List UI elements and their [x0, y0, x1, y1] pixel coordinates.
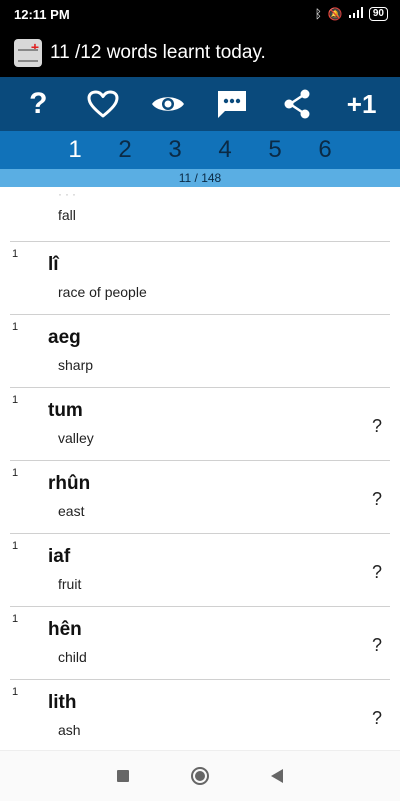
word-meaning: east: [58, 503, 85, 519]
title-bar: + 11 /12 words learnt today.: [0, 30, 400, 77]
tab-6[interactable]: 6: [300, 136, 350, 164]
level-tabs: 1 2 3 4 5 6: [0, 131, 400, 169]
progress-counter: 11 / 148: [0, 169, 400, 187]
word-term: iaf: [48, 546, 71, 567]
system-nav-bar: [0, 750, 400, 801]
battery-icon: 90: [368, 7, 388, 21]
list-item[interactable]: 1 lith ash ?: [10, 680, 390, 750]
word-term: aeg: [48, 327, 81, 348]
list-item[interactable]: ··· fall: [10, 187, 390, 242]
word-term: lî: [48, 254, 59, 275]
status-time: 12:11 PM: [14, 7, 70, 22]
list-item[interactable]: 1 rhûn east ?: [10, 461, 390, 534]
status-icons: ᛒ 🔕 90: [315, 7, 388, 21]
word-count: 1: [12, 248, 19, 260]
plus-one-button[interactable]: +1: [338, 82, 386, 126]
word-term: tum: [48, 400, 83, 421]
word-count: 1: [12, 467, 19, 479]
tab-5[interactable]: 5: [250, 136, 300, 164]
page-title: 11 /12 words learnt today.: [50, 42, 266, 63]
word-count: 1: [12, 686, 19, 698]
tab-3[interactable]: 3: [150, 136, 200, 164]
favorite-button[interactable]: [79, 82, 127, 126]
word-count: 1: [12, 613, 19, 625]
word-list: ··· fall 1 lî race of people 1 aeg sharp…: [0, 187, 400, 750]
signal-icon: [348, 7, 363, 21]
word-meaning: sharp: [58, 357, 94, 373]
truncated-word: ···: [58, 187, 79, 201]
tab-2[interactable]: 2: [100, 136, 150, 164]
word-meaning: fall: [58, 207, 76, 223]
app-icon: +: [14, 39, 42, 67]
list-item[interactable]: 1 tum valley ?: [10, 388, 390, 461]
status-bar: 12:11 PM ᛒ 🔕 90: [0, 0, 400, 30]
word-term: hên: [48, 619, 82, 640]
comment-button[interactable]: [208, 82, 256, 126]
word-count: 1: [12, 321, 19, 333]
word-meaning: race of people: [58, 284, 147, 300]
hint-button[interactable]: ?: [372, 562, 382, 583]
tab-4[interactable]: 4: [200, 136, 250, 164]
tab-1[interactable]: 1: [50, 136, 100, 164]
list-item[interactable]: 1 hên child ?: [10, 607, 390, 680]
word-meaning: child: [58, 649, 87, 665]
share-button[interactable]: [273, 82, 321, 126]
toolbar: ? +1: [0, 77, 400, 131]
eye-icon: [151, 97, 184, 111]
home-icon[interactable]: [191, 767, 209, 785]
bluetooth-icon: ᛒ: [314, 7, 322, 21]
list-item[interactable]: 1 iaf fruit ?: [10, 534, 390, 607]
word-meaning: valley: [58, 430, 94, 446]
back-icon[interactable]: [271, 769, 283, 783]
list-item[interactable]: 1 aeg sharp: [10, 315, 390, 388]
hint-button[interactable]: ?: [372, 708, 382, 729]
mute-icon: 🔕: [327, 7, 343, 21]
comment-icon: [218, 91, 247, 118]
hint-button[interactable]: ?: [372, 489, 382, 510]
hint-button[interactable]: ?: [372, 416, 382, 437]
list-item[interactable]: 1 lî race of people: [10, 242, 390, 315]
help-button[interactable]: ?: [14, 82, 62, 126]
heart-icon: [87, 90, 119, 118]
reveal-button[interactable]: [144, 82, 192, 126]
word-count: 1: [12, 540, 19, 552]
word-term: lith: [48, 692, 77, 713]
word-count: 1: [12, 394, 19, 406]
share-icon: [284, 89, 310, 119]
word-term: rhûn: [48, 473, 91, 494]
word-meaning: fruit: [58, 576, 82, 592]
word-meaning: ash: [58, 722, 81, 738]
hint-button[interactable]: ?: [372, 635, 382, 656]
recents-icon[interactable]: [117, 770, 129, 782]
